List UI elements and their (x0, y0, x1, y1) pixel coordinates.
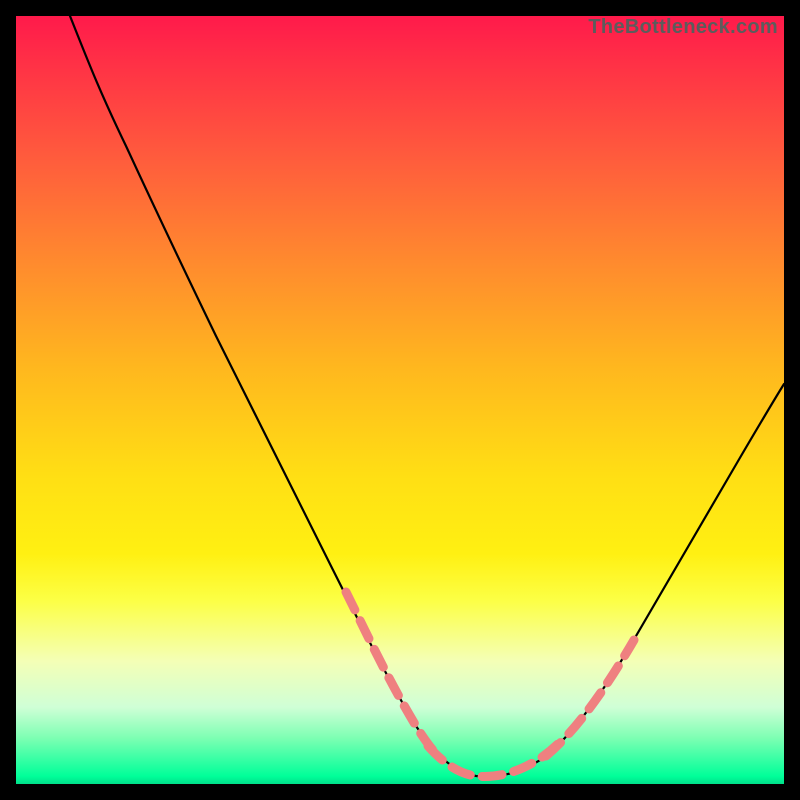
watermark-label: TheBottleneck.com (588, 16, 778, 39)
chart-svg (16, 16, 784, 784)
chart-frame: TheBottleneck.com (16, 16, 784, 784)
left-dash-segment (346, 592, 440, 758)
valley-dash-segment (428, 742, 560, 776)
bottleneck-curve (70, 16, 784, 776)
right-dash-segment (546, 640, 634, 756)
